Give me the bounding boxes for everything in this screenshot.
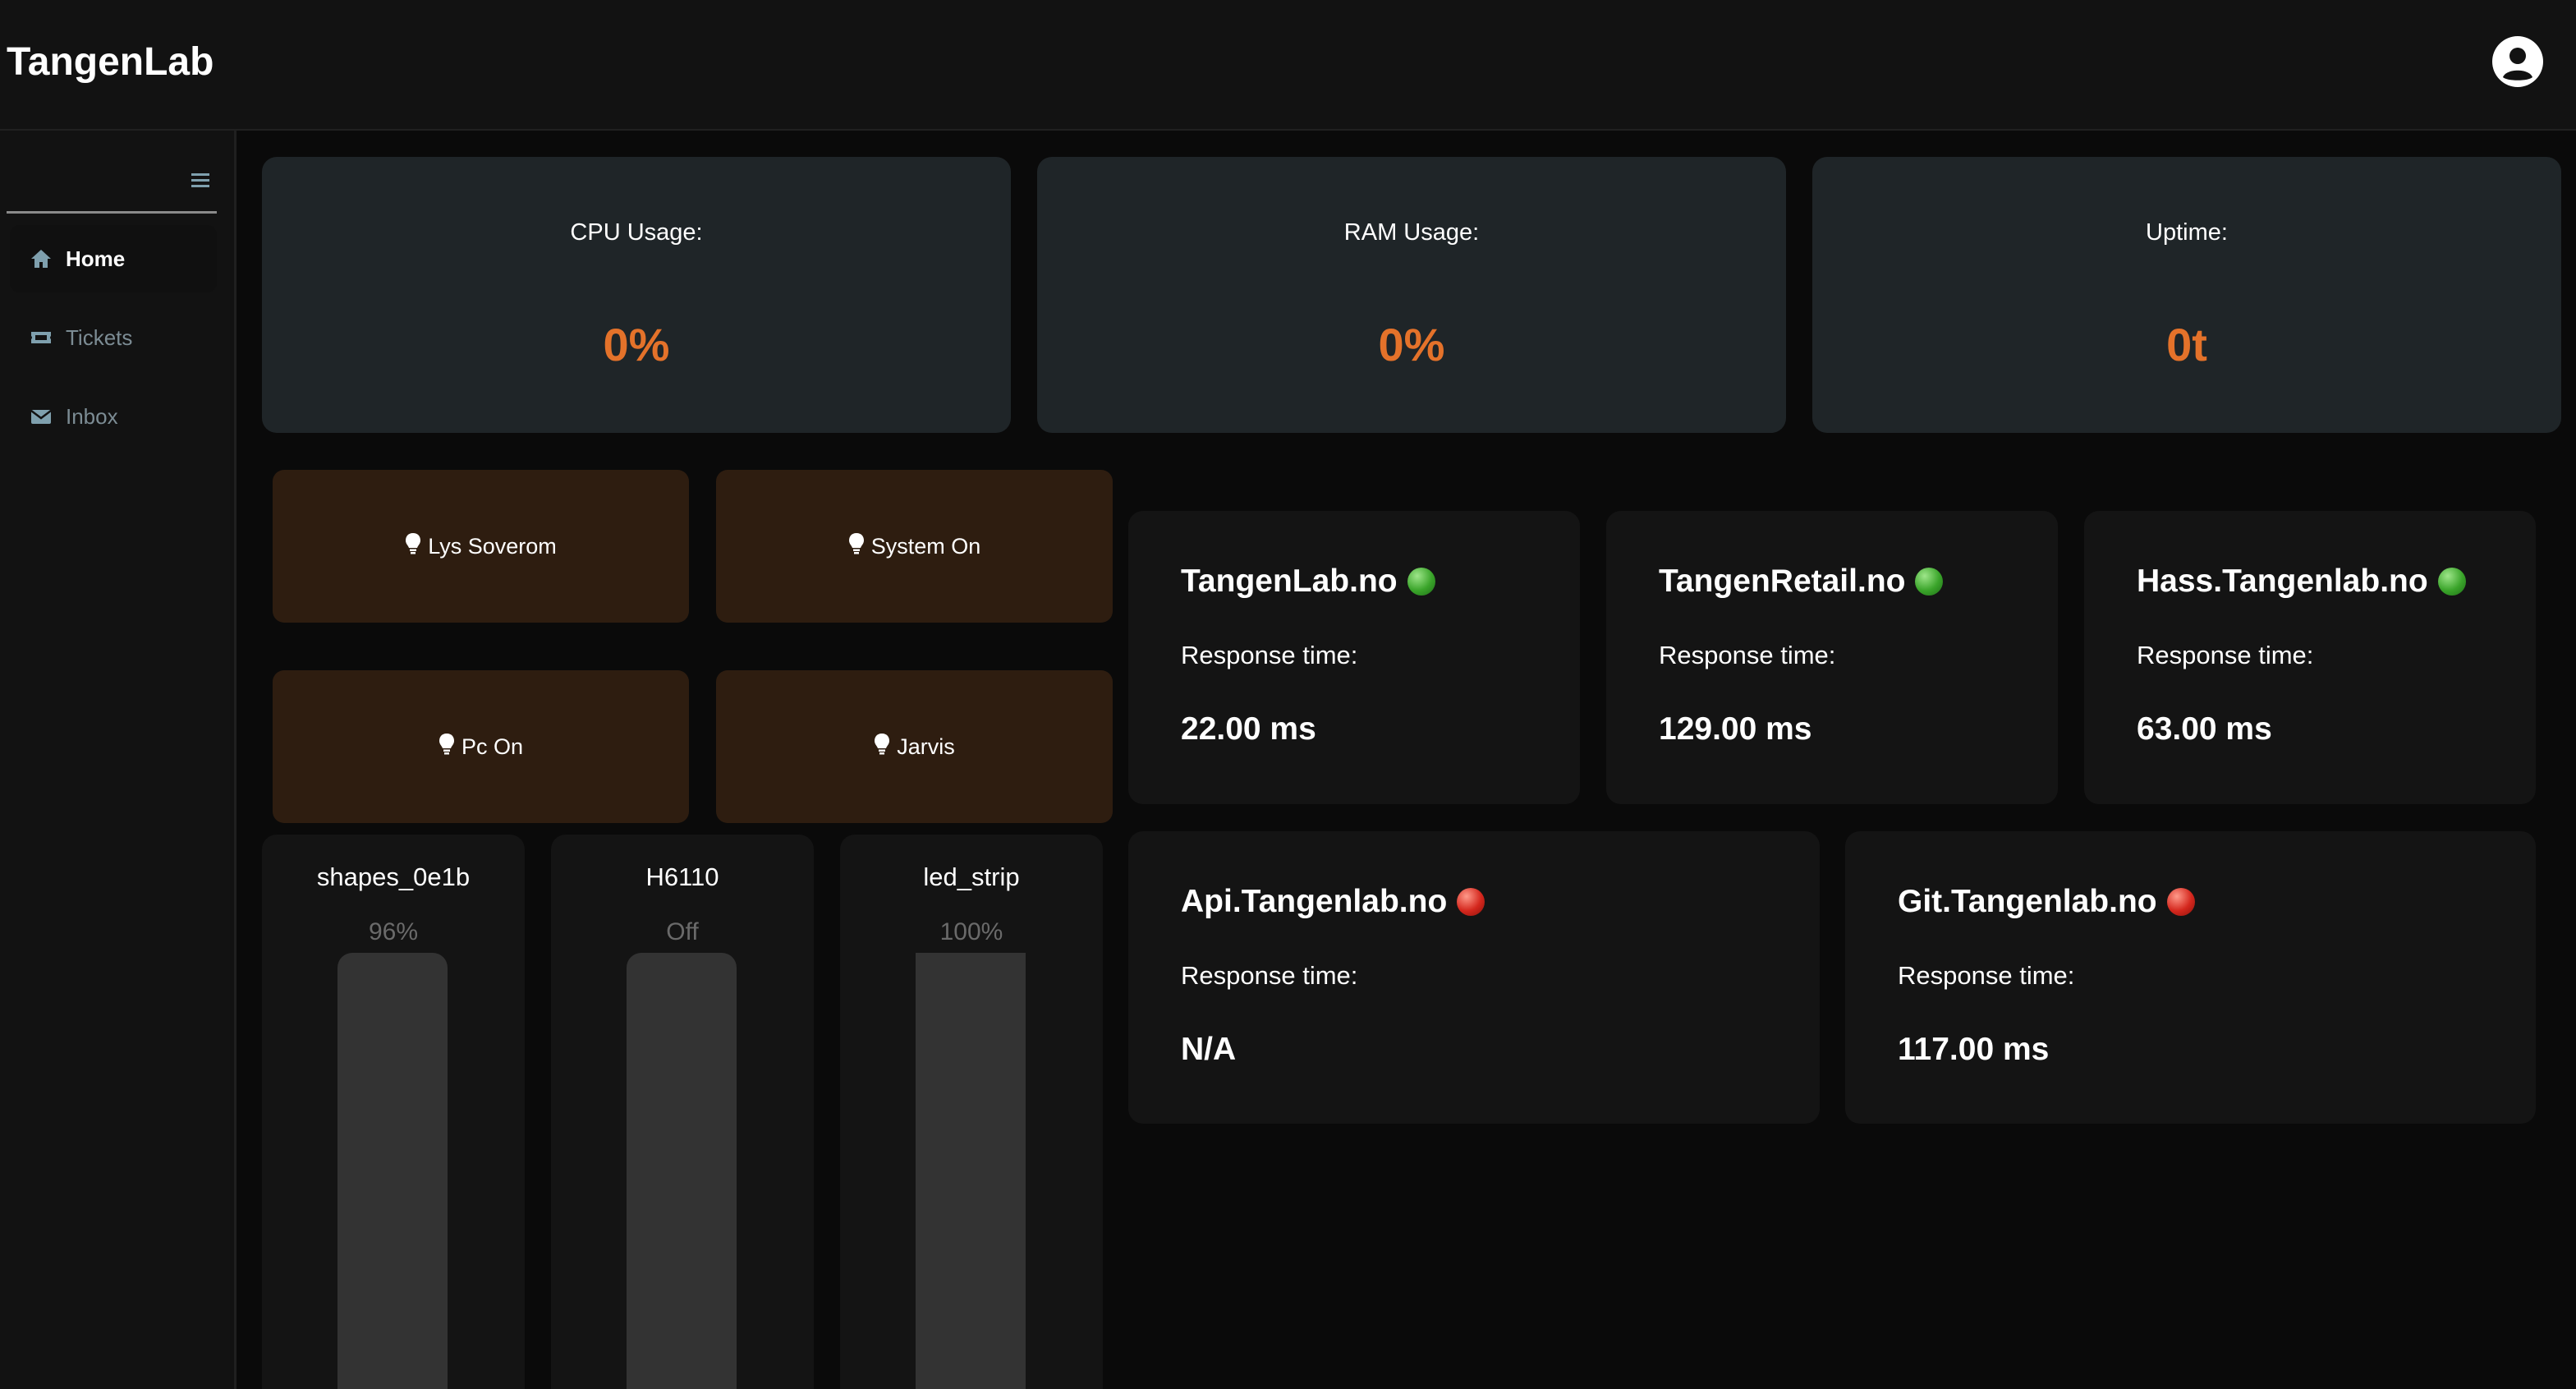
brightness-slider[interactable] <box>337 953 448 1389</box>
status-up-icon <box>1915 568 1944 596</box>
site-card-tangenlab: TangenLab.no Response time: 22.00 ms <box>1128 511 1580 804</box>
stat-card-cpu: CPU Usage: 0% <box>262 157 1011 433</box>
light-card-led-strip: led_strip 100% <box>840 835 1103 1389</box>
brightness-slider[interactable] <box>916 953 1026 1389</box>
scene-label: Jarvis <box>897 734 955 759</box>
scene-label: System On <box>870 533 981 559</box>
light-card-h6110: H6110 Off <box>551 835 814 1389</box>
site-card-hass: Hass.Tangenlab.no Response time: 63.00 m… <box>2084 511 2536 804</box>
brightness-fill <box>337 970 448 1389</box>
scene-button-pc-on[interactable]: Pc On <box>273 670 689 823</box>
status-up-icon <box>1407 568 1435 596</box>
scene-button-system-on[interactable]: System On <box>716 470 1113 623</box>
lightbulb-icon <box>439 733 455 761</box>
site-title: TangenLab.no <box>1181 563 1435 600</box>
site-title: Hass.Tangenlab.no <box>2137 563 2466 600</box>
app-title[interactable]: TangenLab <box>7 39 214 85</box>
light-level: 96% <box>368 918 419 945</box>
ticket-icon <box>26 326 56 349</box>
scene-label: Pc On <box>461 734 524 759</box>
response-time-label: Response time: <box>1181 961 1358 990</box>
lightbulb-icon <box>405 532 421 561</box>
response-time-value: 117.00 ms <box>1898 1032 2050 1067</box>
sidebar: Home Tickets Inbox <box>0 131 236 1389</box>
site-name: Hass.Tangenlab.no <box>2137 563 2428 599</box>
response-time-label: Response time: <box>1898 961 2075 990</box>
status-up-icon <box>2437 568 2466 596</box>
user-circle-icon[interactable] <box>2491 35 2544 88</box>
stat-card-ram: RAM Usage: 0% <box>1037 157 1786 433</box>
sidebar-item-tickets[interactable]: Tickets <box>10 304 217 371</box>
light-name: H6110 <box>645 862 719 891</box>
sidebar-item-inbox[interactable]: Inbox <box>10 383 217 450</box>
scene-button-lys-soverom[interactable]: Lys Soverom <box>273 470 689 623</box>
site-name: TangenLab.no <box>1181 563 1398 599</box>
sidebar-item-label: Inbox <box>66 403 118 429</box>
site-name: Git.Tangenlab.no <box>1898 884 2157 919</box>
response-time-value: 63.00 ms <box>2137 711 2272 747</box>
stat-label: CPU Usage: <box>570 219 703 246</box>
response-time-value: N/A <box>1181 1032 1237 1067</box>
site-card-git: Git.Tangenlab.no Response time: 117.00 m… <box>1845 831 2536 1124</box>
status-down-icon <box>1457 888 1485 916</box>
response-time-label: Response time: <box>2137 641 2314 669</box>
stat-value: 0% <box>1378 319 1445 370</box>
sidebar-item-label: Home <box>66 246 126 271</box>
sidebar-item-home[interactable]: Home <box>10 225 217 292</box>
stat-label: RAM Usage: <box>1343 219 1480 246</box>
site-name: Api.Tangenlab.no <box>1181 884 1448 919</box>
scene-label: Lys Soverom <box>428 533 557 559</box>
light-card-shapes-0e1b: shapes_0e1b 96% <box>262 835 525 1389</box>
response-time-label: Response time: <box>1659 641 1836 669</box>
site-name: TangenRetail.no <box>1659 563 1906 599</box>
sidebar-item-label: Tickets <box>66 324 133 350</box>
stat-label: Uptime: <box>2146 219 2228 246</box>
light-name: shapes_0e1b <box>316 862 471 891</box>
brightness-slider[interactable] <box>627 953 737 1389</box>
lightbulb-icon <box>874 733 890 761</box>
response-time-value: 129.00 ms <box>1659 711 1812 747</box>
response-time-label: Response time: <box>1181 641 1358 669</box>
site-card-api: Api.Tangenlab.no Response time: N/A <box>1128 831 1820 1124</box>
brightness-fill <box>916 953 1026 1389</box>
site-card-tangenretail: TangenRetail.no Response time: 129.00 ms <box>1606 511 2058 804</box>
scene-button-jarvis[interactable]: Jarvis <box>716 670 1113 823</box>
sidebar-divider <box>7 211 217 214</box>
status-down-icon <box>2166 888 2195 916</box>
light-level: Off <box>666 918 699 945</box>
light-level: 100% <box>939 918 1003 945</box>
hamburger-icon[interactable] <box>188 168 213 192</box>
site-title: Git.Tangenlab.no <box>1898 884 2195 920</box>
lightbulb-icon <box>848 532 865 561</box>
light-name: led_strip <box>923 862 1020 891</box>
stat-value: 0% <box>603 319 670 370</box>
site-title: Api.Tangenlab.no <box>1181 884 1485 920</box>
top-bar: TangenLab <box>0 0 2576 131</box>
site-title: TangenRetail.no <box>1659 563 1944 600</box>
stat-value: 0t <box>2166 319 2207 370</box>
home-icon <box>26 247 56 270</box>
stat-card-uptime: Uptime: 0t <box>1812 157 2561 433</box>
envelope-icon <box>26 405 56 428</box>
response-time-value: 22.00 ms <box>1181 711 1316 747</box>
